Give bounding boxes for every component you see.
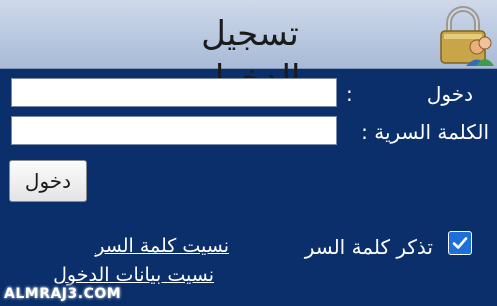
- password-field[interactable]: [11, 116, 337, 145]
- remember-checkbox[interactable]: [448, 231, 472, 255]
- login-button[interactable]: دخول: [9, 160, 87, 202]
- remember-label: تذكر كلمة السر: [304, 235, 433, 259]
- login-panel: تسجيل الدخول دخول : الكلمة السرية : دخول…: [0, 0, 497, 306]
- header-bar: تسجيل الدخول: [0, 0, 497, 98]
- username-colon: :: [346, 82, 353, 106]
- username-label: دخول: [426, 82, 473, 106]
- lock-users-icon: [433, 3, 495, 67]
- password-label: الكلمة السرية :: [361, 120, 489, 144]
- watermark: ALMRAJ3.COM: [0, 283, 128, 305]
- username-field[interactable]: [11, 78, 337, 107]
- checkmark-icon: [452, 237, 468, 249]
- forgot-password-link[interactable]: نسيت كلمة السر: [95, 233, 229, 259]
